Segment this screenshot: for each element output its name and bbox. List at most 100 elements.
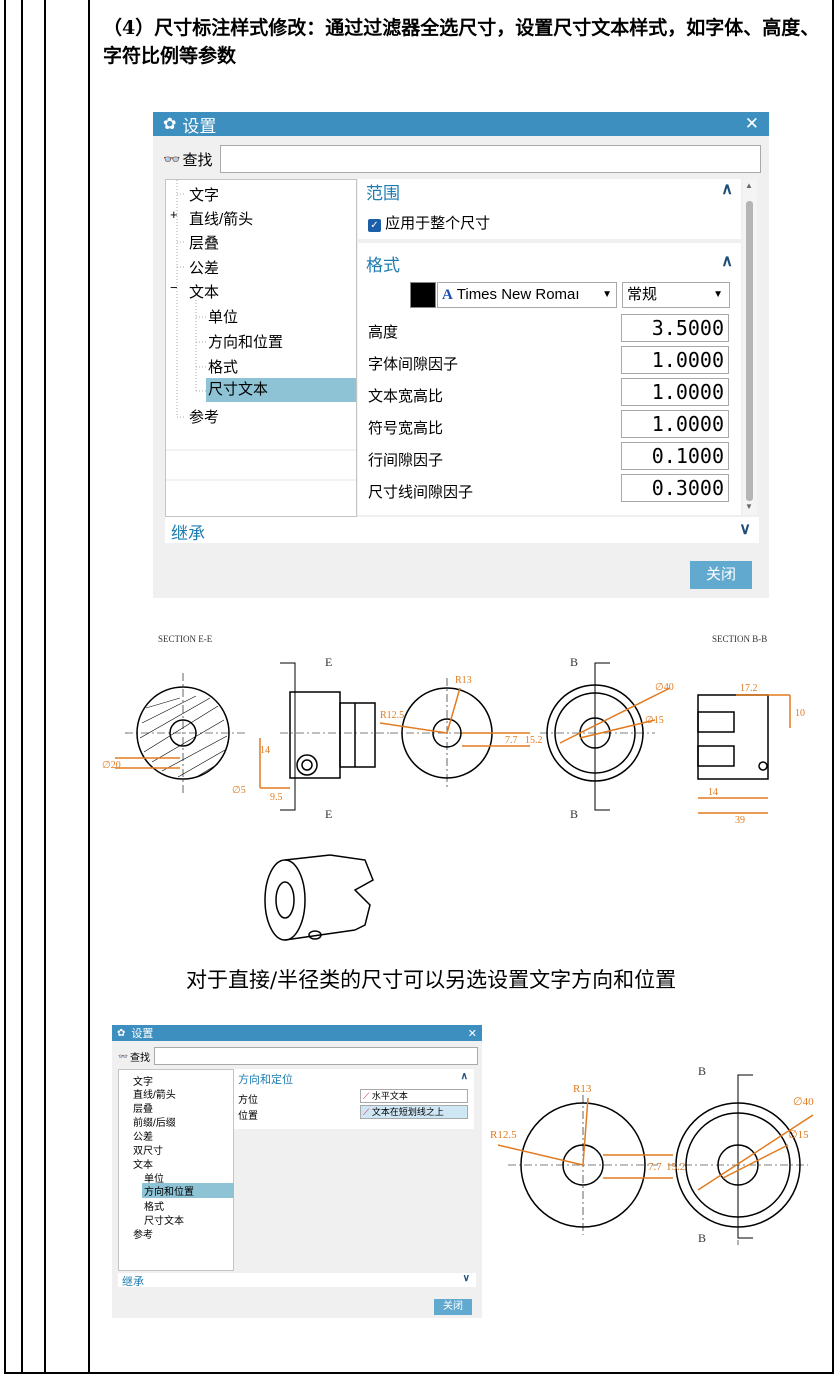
position-select[interactable]: ⟋ 文本在短划线之上	[360, 1105, 468, 1119]
tree-item[interactable]: 尺寸文本	[144, 1212, 184, 1227]
engineering-drawing-2: R12.5 R13 7.7 15.2 ∅40 ∅15 B B	[490, 1064, 814, 1245]
dim-label: 9.5	[270, 792, 283, 803]
tree-item-dimension-text[interactable]: 尺寸文本	[206, 378, 356, 402]
checkbox-checked-icon: ✓	[368, 219, 381, 232]
cut-label: B	[570, 655, 578, 669]
find-row: 👓 查找	[118, 1047, 478, 1065]
inherit-bar[interactable]: 继承 ∨	[165, 517, 759, 543]
height-input[interactable]: 3.5000	[621, 314, 729, 342]
position-value: 文本在短划线之上	[371, 1107, 444, 1117]
font-a-icon: A	[442, 287, 453, 303]
tree-item-selected[interactable]: 方向和位置	[142, 1183, 234, 1198]
tree-item[interactable]: 文本	[133, 1156, 153, 1171]
tree-item[interactable]: 公差	[133, 1128, 153, 1143]
row-label: 行间隙因子	[368, 452, 444, 469]
category-tree: 文字 + 直线/箭头 层叠 公差 − 文本 单位 方向和位置 格式 尺寸文本 参…	[165, 179, 357, 517]
tree-item[interactable]: 参考	[133, 1226, 153, 1241]
orientation-select[interactable]: ⟋ 水平文本	[360, 1089, 468, 1103]
scrollbar[interactable]: ▲ ▼	[743, 179, 757, 515]
dim-label: ∅40	[793, 1096, 814, 1108]
dim-label: R13	[573, 1083, 592, 1095]
section-scope-title: 范围	[366, 184, 400, 203]
dropdown-arrow-icon: ▼	[602, 289, 612, 300]
row-label: 字体间隙因子	[368, 356, 459, 373]
chevron-up-icon[interactable]: ∧	[461, 1071, 468, 1082]
tree-item-reference[interactable]: 参考	[189, 406, 219, 427]
close-button[interactable]: 关闭	[434, 1299, 472, 1315]
dialog-titlebar: ✿ 设置 ✕	[112, 1025, 482, 1041]
dim-label: 14	[708, 787, 718, 798]
apply-whole-checkbox[interactable]: ✓ 应用于整个尺寸	[368, 212, 490, 233]
dim-label: R12.5	[490, 1129, 517, 1141]
tree-item[interactable]: 直线/箭头	[133, 1086, 176, 1101]
tree-item-units[interactable]: 单位	[208, 306, 238, 327]
text-aspect-input[interactable]: 1.0000	[621, 378, 729, 406]
cut-label: E	[325, 655, 332, 669]
color-swatch[interactable]	[410, 282, 436, 308]
char-gap-input[interactable]: 1.0000	[621, 346, 729, 374]
binoculars-icon: 👓	[118, 1051, 128, 1061]
find-input[interactable]	[153, 1047, 478, 1065]
row-label: 符号宽高比	[368, 420, 444, 437]
dim-label: 39	[735, 815, 745, 826]
scroll-down-icon[interactable]: ▼	[745, 502, 753, 511]
dim-label: 7.7	[648, 1161, 662, 1173]
tree-item[interactable]: 层叠	[133, 1100, 153, 1115]
expand-icon[interactable]: +	[170, 207, 178, 222]
section-label: SECTION E-E	[158, 634, 213, 644]
find-input[interactable]	[220, 145, 761, 173]
dim-label: 17.2	[740, 683, 758, 694]
close-icon[interactable]: ✕	[468, 1027, 477, 1040]
caption-text: 对于直接/半径类的尺寸可以另选设置文字方向和位置	[186, 968, 677, 992]
scope-panel: 范围 ∧ ✓ 应用于整个尺寸	[358, 179, 741, 239]
binoculars-icon: 👓	[163, 150, 181, 167]
chevron-up-icon[interactable]: ∧	[721, 251, 733, 271]
section-format-title: 格式	[366, 256, 400, 275]
row-label: 高度	[368, 324, 399, 341]
find-row: 👓 查找	[163, 145, 761, 173]
close-icon[interactable]: ✕	[745, 114, 759, 134]
tree-item[interactable]: 双尺寸	[133, 1142, 163, 1157]
chevron-up-icon[interactable]: ∧	[721, 179, 733, 199]
section-label: SECTION B-B	[712, 634, 767, 644]
close-button[interactable]: 关闭	[690, 561, 752, 589]
orientation-value: 水平文本	[371, 1091, 408, 1101]
tree-item-stack[interactable]: 层叠	[189, 232, 219, 253]
dim-label: ∅20	[102, 760, 121, 771]
dim-label: ∅40	[655, 682, 674, 693]
tree-item-format[interactable]: 格式	[208, 356, 238, 377]
tree-item-orientation[interactable]: 方向和位置	[208, 331, 283, 352]
tree-item[interactable]: 格式	[144, 1198, 164, 1213]
tree-item-text[interactable]: 文字	[189, 184, 219, 205]
line-gap-input[interactable]: 0.1000	[621, 442, 729, 470]
dropdown-arrow-icon: ▼	[713, 289, 723, 300]
symbol-aspect-input[interactable]: 1.0000	[621, 410, 729, 438]
find-label: 查找	[182, 151, 213, 169]
scroll-up-icon[interactable]: ▲	[745, 181, 753, 190]
dim-label: 15.2	[525, 735, 543, 746]
tree-item-text-group[interactable]: 文本	[189, 281, 219, 302]
inherit-bar[interactable]: 继承 ∨	[118, 1273, 476, 1288]
tree-item-lines-arrows[interactable]: 直线/箭头	[189, 208, 253, 229]
dim-label: 14	[260, 745, 270, 756]
orientation-panel: 方向和定位 ∧ 方位 ⟋ 水平文本 位置 ⟋ 文本在短划线之上	[234, 1069, 474, 1129]
text-position-icon: ⟋	[363, 1107, 370, 1117]
column-divider	[44, 0, 46, 1374]
dim-line-gap-input[interactable]: 0.3000	[621, 474, 729, 502]
chevron-down-icon[interactable]: ∨	[463, 1273, 470, 1284]
section-title: 方向和定位	[238, 1074, 293, 1086]
step-heading: （4）尺寸标注样式修改：通过过滤器全选尺寸，设置尺寸文本样式，如字体、高度、字符…	[103, 17, 820, 67]
settings-dialog: ✿ 设置 ✕ 👓 查找 文字 + 直线/箭头 层叠 公差 − 文本 单位 方向和…	[153, 112, 769, 598]
tree-item[interactable]: 前缀/后缀	[133, 1114, 176, 1129]
format-panel: 格式 ∧ A Times New Romaı ▼ 常规 ▼ 高度 3.5000 …	[358, 243, 741, 515]
dim-label: ∅15	[645, 715, 664, 726]
tree-item-tolerance[interactable]: 公差	[189, 257, 219, 278]
scroll-thumb[interactable]	[746, 201, 753, 501]
font-style-select[interactable]: 常规 ▼	[622, 282, 730, 308]
chevron-down-icon[interactable]: ∨	[739, 519, 751, 539]
font-select[interactable]: A Times New Romaı ▼	[437, 282, 617, 308]
apply-whole-label: 应用于整个尺寸	[385, 215, 491, 232]
dialog-title: 设置	[182, 116, 217, 136]
collapse-icon[interactable]: −	[170, 280, 178, 295]
section-inherit-title: 继承	[171, 524, 205, 543]
